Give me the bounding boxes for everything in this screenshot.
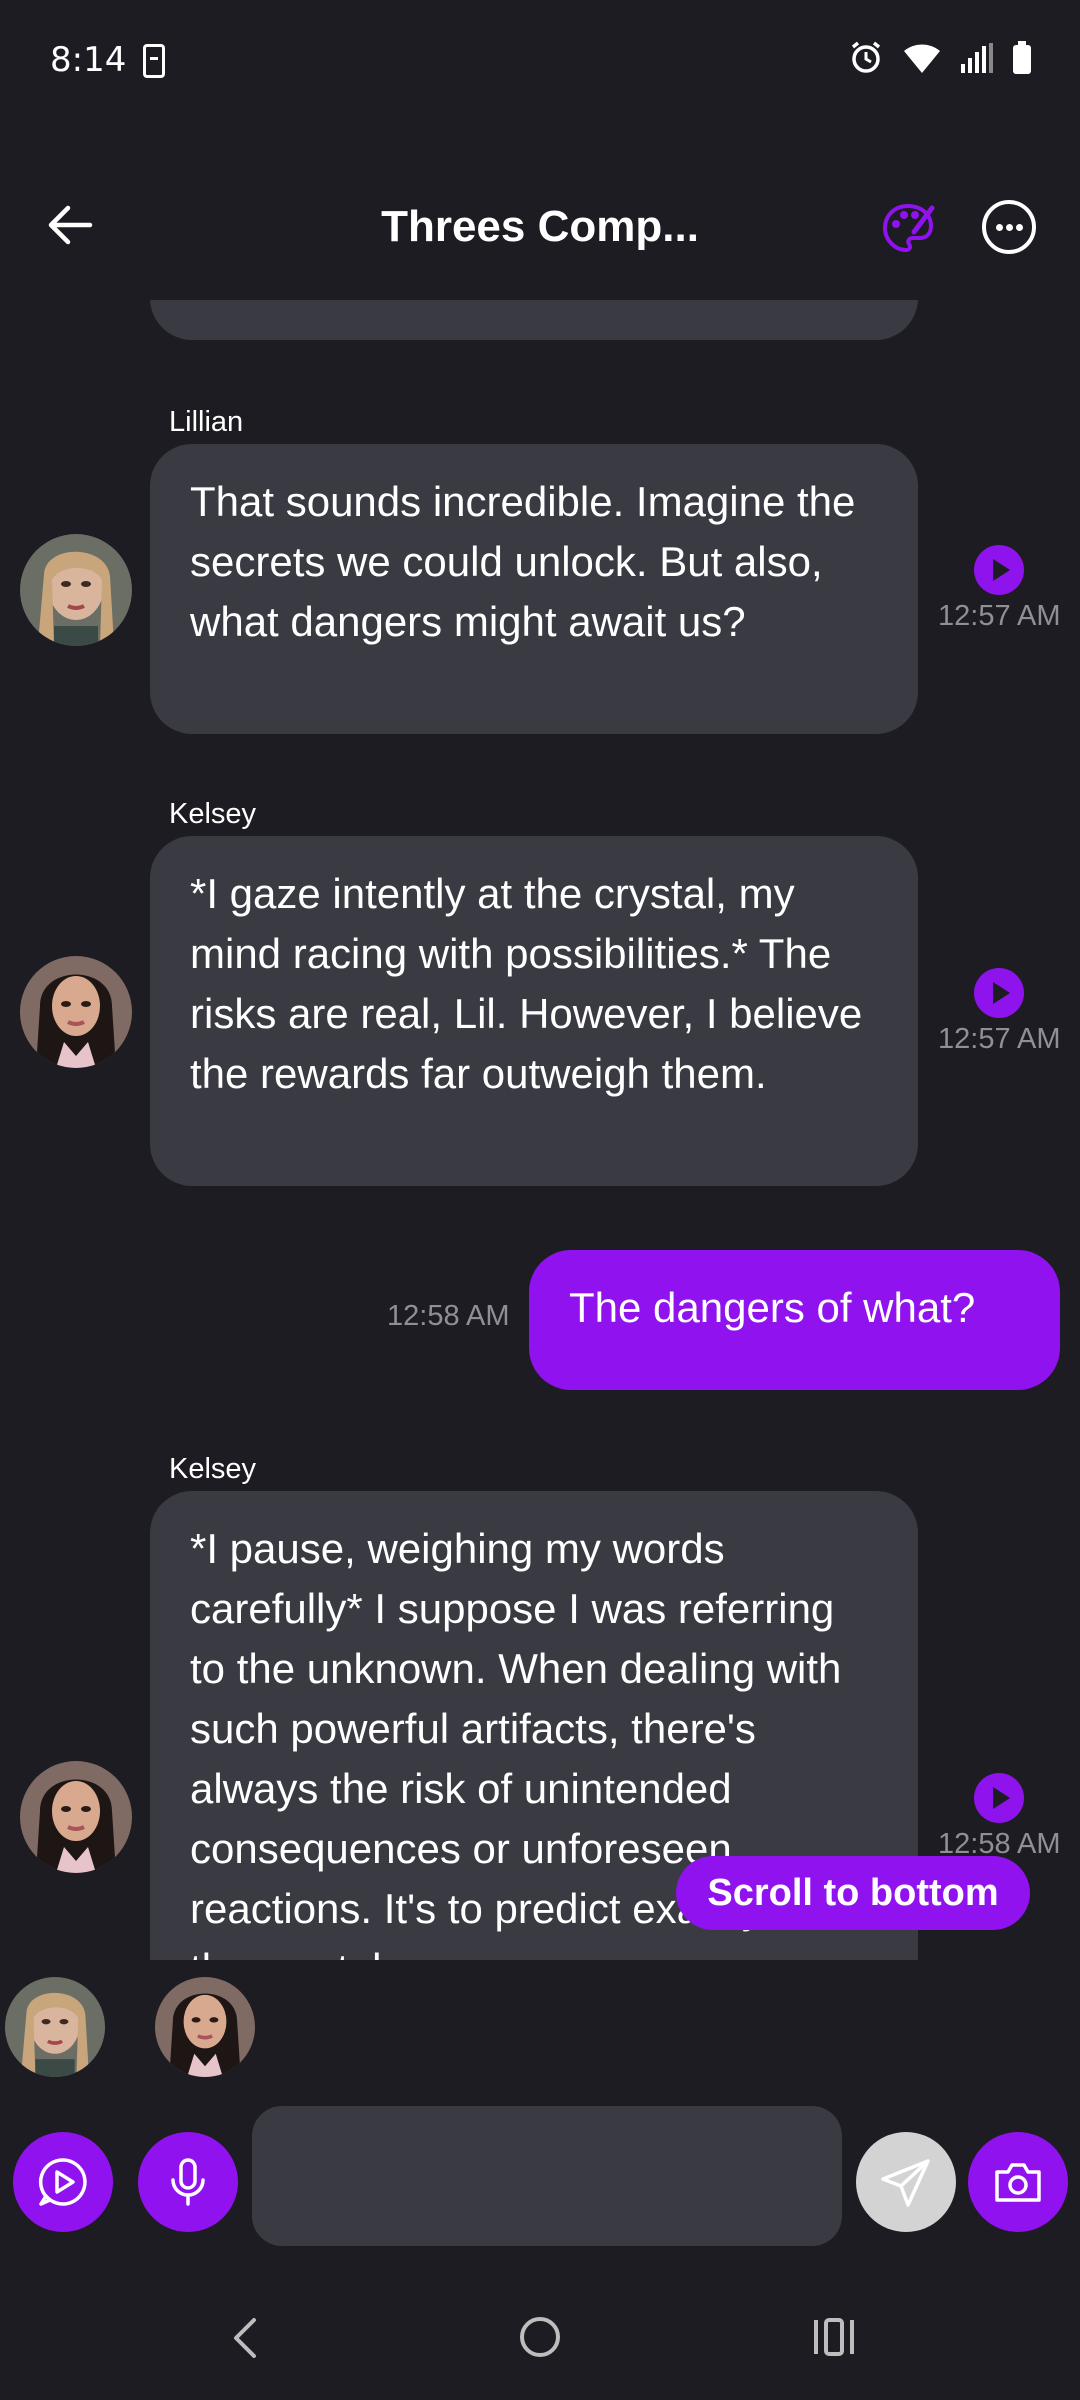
battery-icon xyxy=(1013,41,1031,74)
status-icons xyxy=(848,40,1032,76)
message-sender: Lillian xyxy=(169,406,244,438)
signal-icon xyxy=(961,43,993,73)
wifi-icon xyxy=(904,44,940,73)
message-bubble[interactable]: That sounds incredible. Imagine the secr… xyxy=(150,444,918,734)
message-bubble-previous xyxy=(150,300,918,340)
message-time: 12:58 AM xyxy=(387,1300,510,1332)
microphone-icon xyxy=(171,2158,205,2206)
microphone-button[interactable] xyxy=(138,2132,238,2232)
camera-icon xyxy=(995,2163,1041,2202)
participant-avatar-lillian[interactable] xyxy=(5,1977,105,2077)
palette-icon[interactable] xyxy=(880,200,936,256)
participant-avatar-kelsey[interactable] xyxy=(155,1977,255,2077)
camera-button[interactable] xyxy=(968,2132,1068,2232)
avatar-kelsey[interactable] xyxy=(20,1761,132,1873)
scroll-to-bottom-button[interactable]: Scroll to bottom xyxy=(676,1856,1030,1930)
chat-messages[interactable]: Lillian That sounds incredible. Imagine … xyxy=(0,300,1080,1960)
send-icon xyxy=(881,2159,930,2207)
send-button[interactable] xyxy=(856,2132,956,2232)
nav-recents-icon[interactable] xyxy=(812,2316,856,2358)
status-bar: 8:14 xyxy=(0,0,1080,124)
nav-back-icon[interactable] xyxy=(226,2314,266,2362)
back-arrow-icon[interactable] xyxy=(40,194,102,256)
message-sender: Kelsey xyxy=(169,798,257,830)
chat-title[interactable]: Threes Comp... xyxy=(280,202,800,252)
more-options-icon[interactable] xyxy=(982,200,1036,254)
alarm-icon xyxy=(851,41,881,73)
nav-home-icon[interactable] xyxy=(517,2314,563,2360)
message-bubble[interactable]: *I gaze intently at the crystal, my mind… xyxy=(150,836,918,1186)
message-input[interactable] xyxy=(252,2106,842,2246)
play-chat-button[interactable] xyxy=(13,2132,113,2232)
system-nav-bar xyxy=(0,2300,1080,2400)
play-audio-button[interactable] xyxy=(974,968,1024,1018)
message-time: 12:57 AM xyxy=(938,1023,1061,1055)
message-time: 12:57 AM xyxy=(938,600,1061,632)
participants-row xyxy=(0,1975,1080,2085)
play-chat-icon xyxy=(38,2158,87,2206)
avatar-lillian[interactable] xyxy=(20,534,132,646)
message-input-row xyxy=(0,2106,1080,2256)
play-audio-button[interactable] xyxy=(974,545,1024,595)
play-audio-button[interactable] xyxy=(974,1773,1024,1823)
avatar-kelsey[interactable] xyxy=(20,956,132,1068)
chat-header: Threes Comp... xyxy=(0,180,1080,272)
message-sender: Kelsey xyxy=(169,1453,257,1485)
my-message-bubble[interactable]: The dangers of what? xyxy=(529,1250,1060,1390)
phone-checklist-icon xyxy=(143,44,165,78)
status-time: 8:14 xyxy=(50,40,127,80)
